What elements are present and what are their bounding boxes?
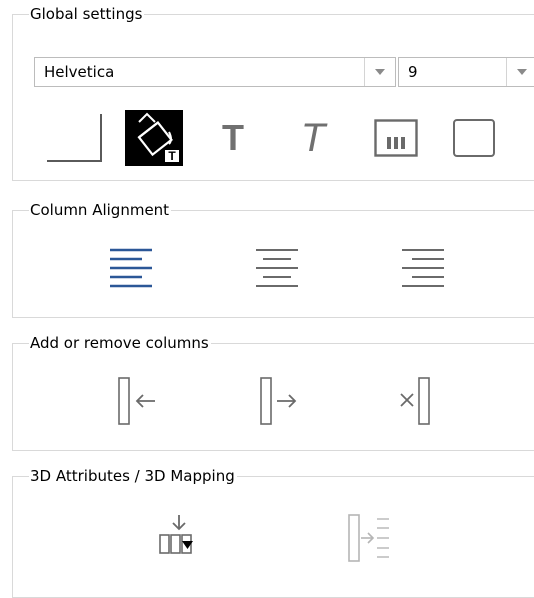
column-lines-icon xyxy=(374,119,418,157)
insert-column-right-button[interactable] xyxy=(251,372,311,432)
insert-column-left-button[interactable] xyxy=(107,372,167,432)
insert-column-right-icon xyxy=(260,377,297,425)
font-family-select[interactable]: Helvetica xyxy=(34,57,396,87)
columns-group: Add or remove columns xyxy=(12,333,534,451)
columns-title: Add or remove columns xyxy=(29,333,211,353)
border-icon xyxy=(47,114,102,162)
chevron-down-icon[interactable] xyxy=(506,58,534,86)
global-settings-title: Global settings xyxy=(29,4,145,24)
column-lines-button[interactable] xyxy=(371,115,421,161)
insert-column-left-icon xyxy=(118,377,155,425)
frame-icon xyxy=(453,119,495,157)
border-button[interactable] xyxy=(43,111,105,165)
italic-icon: T xyxy=(300,116,326,160)
remove-column-button[interactable] xyxy=(391,372,451,432)
italic-button[interactable]: T xyxy=(291,113,335,163)
attributes-3d-title: 3D Attributes / 3D Mapping xyxy=(29,466,237,486)
3d-attributes-icon xyxy=(348,514,389,562)
fill-color-icon: T xyxy=(125,110,183,166)
align-left-button[interactable] xyxy=(101,237,161,293)
align-right-button[interactable] xyxy=(393,237,453,293)
3d-attributes-button xyxy=(335,507,395,571)
frame-button[interactable] xyxy=(449,115,499,161)
font-size-select[interactable]: 9 xyxy=(398,57,534,87)
align-left-icon xyxy=(110,248,152,288)
remove-column-icon xyxy=(400,377,430,425)
column-alignment-group: Column Alignment xyxy=(12,200,534,318)
global-settings-group: Global settings Helvetica 9 T T T xyxy=(12,4,534,181)
align-center-button[interactable] xyxy=(247,237,307,293)
align-center-icon xyxy=(256,249,298,287)
fill-color-button[interactable]: T xyxy=(124,109,184,167)
font-family-value: Helvetica xyxy=(44,63,115,81)
chevron-down-icon[interactable] xyxy=(364,58,395,86)
align-right-icon xyxy=(402,249,444,287)
bold-icon: T xyxy=(222,117,244,158)
font-size-value: 9 xyxy=(408,63,418,81)
3d-mapping-button[interactable] xyxy=(149,507,209,571)
svg-text:T: T xyxy=(168,149,176,163)
column-alignment-title: Column Alignment xyxy=(29,200,172,220)
bold-button[interactable]: T xyxy=(211,113,255,163)
3d-mapping-icon xyxy=(159,515,193,554)
